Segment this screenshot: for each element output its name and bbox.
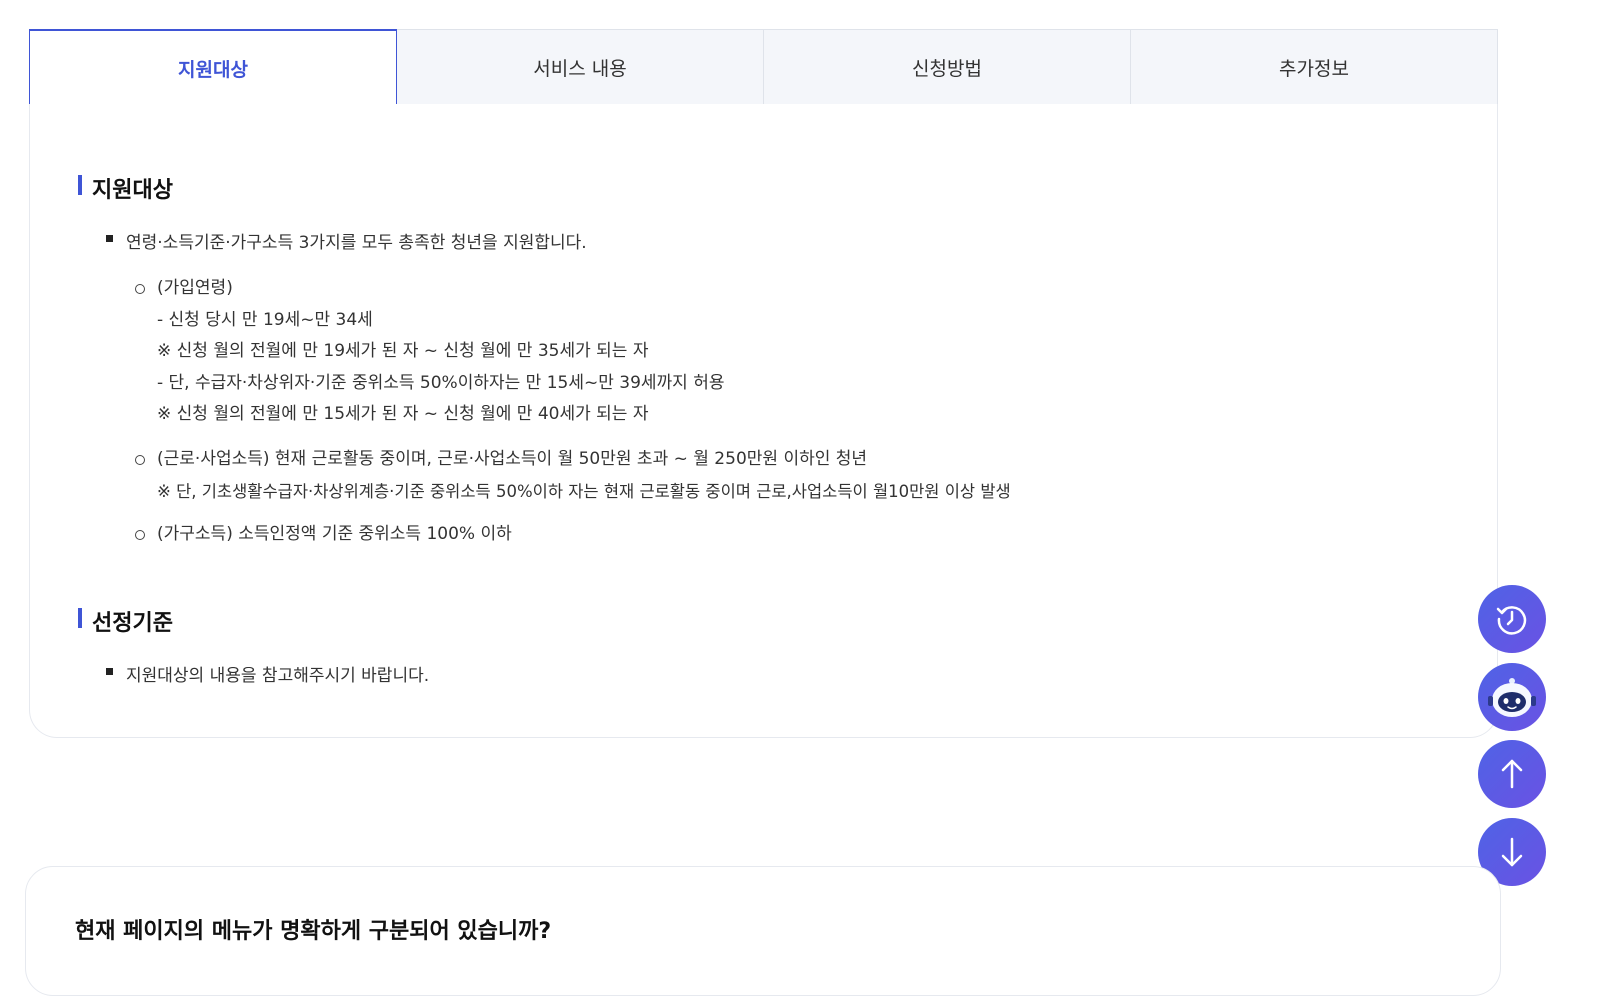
tab-additional-info[interactable]: 추가정보 [1131, 29, 1498, 106]
section-title-eligibility: 지원대상 [78, 172, 173, 204]
tab-bar: 지원대상 서비스 내용 신청방법 추가정보 [29, 29, 1498, 106]
age-criteria-line: ※ 신청 월의 전월에 만 19세가 된 자 ~ 신청 월에 만 35세가 되는… [157, 341, 649, 361]
household-income-line: (가구소득) 소득인정액 기준 중위소득 100% 이하 [157, 524, 512, 544]
age-criteria-line: - 단, 수급자·차상위자·기준 중위소득 50%이하자는 만 15세~만 39… [157, 372, 725, 393]
selection-text: 지원대상의 내용을 참고해주시기 바랍니다. [126, 666, 430, 686]
age-criteria-line: (가입연령) [157, 278, 233, 298]
circle-bullet-icon [135, 530, 145, 540]
arrow-down-icon [1501, 837, 1523, 867]
square-bullet-icon [106, 668, 113, 675]
eligibility-summary: 연령·소득기준·가구소득 3가지를 모두 총족한 청년을 지원합니다. [126, 233, 587, 253]
scroll-top-button[interactable] [1478, 740, 1546, 808]
circle-bullet-icon [135, 455, 145, 465]
tab-panel: 지원대상 연령·소득기준·가구소득 3가지를 모두 총족한 청년을 지원합니다.… [29, 104, 1498, 738]
age-criteria-item: (가입연령) - 신청 당시 만 19세~만 34세 ※ 신청 월의 전월에 만… [135, 273, 725, 431]
square-bullet-icon [106, 235, 113, 242]
circle-bullet-icon [135, 284, 145, 294]
chatbot-icon [1488, 678, 1536, 717]
arrow-up-icon [1501, 759, 1523, 789]
income-criteria-item: (근로·사업소득) 현재 근로활동 중이며, 근로·사업소득이 월 50만원 초… [135, 444, 1011, 507]
tab-eligibility[interactable]: 지원대상 [29, 29, 397, 106]
age-criteria-line: ※ 신청 월의 전월에 만 15세가 된 자 ~ 신청 월에 만 40세가 되는… [157, 404, 649, 424]
eligibility-bullet: 연령·소득기준·가구소득 3가지를 모두 총족한 청년을 지원합니다. [106, 228, 587, 253]
tab-service-content[interactable]: 서비스 내용 [397, 29, 764, 106]
selection-bullet: 지원대상의 내용을 참고해주시기 바랍니다. [106, 661, 430, 686]
history-icon [1496, 606, 1527, 635]
income-criteria-line: (근로·사업소득) 현재 근로활동 중이며, 근로·사업소득이 월 50만원 초… [157, 449, 868, 469]
age-criteria-line: - 신청 당시 만 19세~만 34세 [157, 309, 373, 330]
section-title-selection: 선정기준 [78, 605, 173, 637]
income-criteria-line: ※ 단, 기초생활수급자·차상위계층·기준 중위소득 50%이하 자는 현재 근… [157, 481, 1011, 501]
page-survey: 현재 페이지의 메뉴가 명확하게 구분되어 있습니까? [25, 866, 1501, 996]
household-income-item: (가구소득) 소득인정액 기준 중위소득 100% 이하 [135, 519, 512, 551]
survey-question: 현재 페이지의 메뉴가 명확하게 구분되어 있습니까? [75, 919, 552, 944]
chatbot-button[interactable] [1478, 663, 1546, 731]
history-button[interactable] [1478, 585, 1546, 653]
tab-application-method[interactable]: 신청방법 [764, 29, 1131, 106]
